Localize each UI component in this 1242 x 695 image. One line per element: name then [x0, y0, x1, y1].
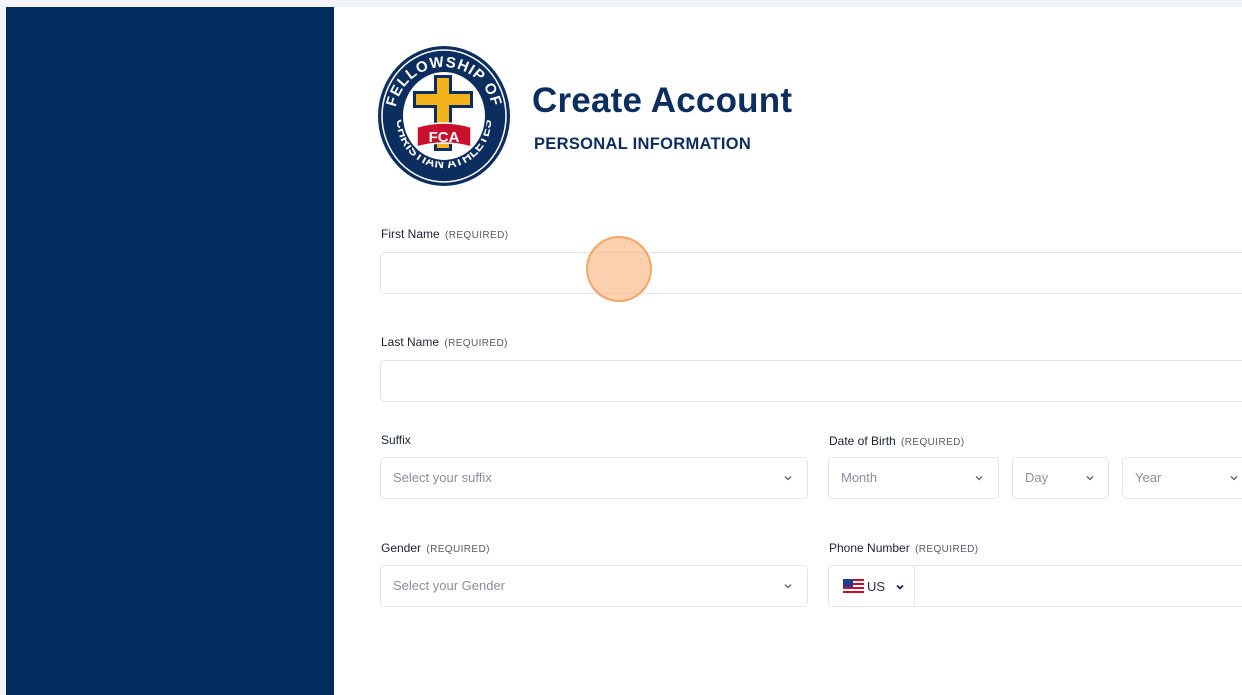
last-name-label: Last Name (REQUIRED): [381, 335, 508, 349]
main-content: FELLOWSHIP OF CHRISTIAN ATHLETES FCA Cre…: [334, 7, 1242, 695]
required-tag: (REQUIRED): [445, 230, 509, 241]
click-indicator: [586, 236, 652, 302]
suffix-label: Suffix: [381, 433, 411, 447]
us-flag-icon: [843, 579, 864, 593]
last-name-label-text: Last Name: [381, 335, 440, 349]
chevron-down-icon: [784, 476, 792, 481]
phone-label: Phone Number (REQUIRED): [829, 541, 979, 555]
gender-label-text: Gender: [381, 541, 422, 555]
phone-field: US: [828, 565, 1242, 607]
phone-label-text: Phone Number: [829, 541, 910, 555]
required-tag: (REQUIRED): [915, 544, 979, 555]
fca-logo: FELLOWSHIP OF CHRISTIAN ATHLETES FCA: [378, 46, 510, 186]
dob-label-text: Date of Birth: [829, 434, 896, 448]
required-tag: (REQUIRED): [901, 437, 965, 448]
first-name-input[interactable]: [380, 252, 1242, 294]
first-name-label: First Name (REQUIRED): [381, 227, 508, 241]
dob-month-select[interactable]: Month: [828, 457, 999, 499]
required-tag: (REQUIRED): [444, 338, 508, 349]
section-subtitle: PERSONAL INFORMATION: [534, 135, 752, 153]
chevron-down-icon: [896, 584, 904, 590]
first-name-label-text: First Name: [381, 227, 440, 241]
phone-country-select[interactable]: US: [829, 566, 915, 606]
phone-number-input[interactable]: [915, 566, 1242, 606]
dob-label: Date of Birth (REQUIRED): [829, 434, 965, 448]
chevron-down-icon: [784, 584, 792, 589]
left-sidebar-panel: [6, 7, 334, 695]
suffix-select[interactable]: Select your suffix: [380, 457, 808, 499]
page-title: Create Account: [532, 81, 793, 120]
gender-select[interactable]: Select your Gender: [380, 565, 808, 607]
chevron-down-icon: [1230, 476, 1238, 481]
dob-day-select[interactable]: Day: [1012, 457, 1109, 499]
required-tag: (REQUIRED): [426, 544, 490, 555]
suffix-placeholder: Select your suffix: [393, 470, 492, 485]
chevron-down-icon: [975, 476, 983, 481]
dob-month-placeholder: Month: [841, 470, 878, 485]
suffix-label-text: Suffix: [381, 433, 411, 447]
phone-country-code: US: [867, 579, 886, 594]
logo-badge-text: FCA: [429, 129, 460, 146]
chevron-down-icon: [1086, 476, 1094, 481]
gender-label: Gender (REQUIRED): [381, 541, 490, 555]
dob-day-placeholder: Day: [1025, 470, 1049, 485]
dob-year-placeholder: Year: [1135, 470, 1162, 485]
last-name-input[interactable]: [380, 360, 1242, 402]
dob-year-select[interactable]: Year: [1122, 457, 1242, 499]
gender-placeholder: Select your Gender: [393, 578, 506, 593]
